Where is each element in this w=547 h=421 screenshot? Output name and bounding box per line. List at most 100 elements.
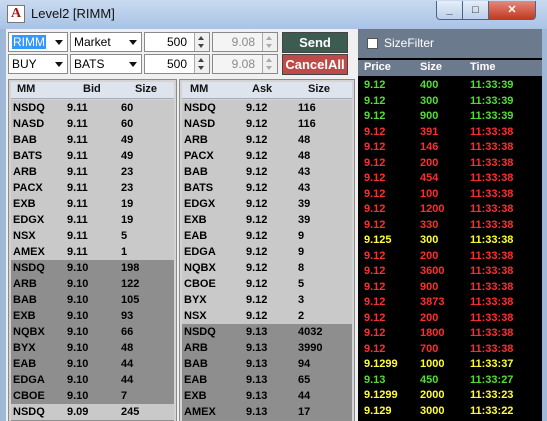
trade-price: 9.12 [364,110,386,122]
table-row[interactable]: PACX 9.12 48 [182,148,352,165]
quantity-value: 500 [166,57,187,71]
minimize-button[interactable]: _ [436,1,463,20]
table-row[interactable]: NSDQ 9.12 116 [182,100,352,117]
cell-mm: ARB [13,166,37,178]
table-row[interactable]: EAB 9.13 65 [182,372,352,389]
cell-mm: NQBX [13,326,45,338]
cell-size: 245 [121,406,140,418]
cell-size: 44 [121,358,134,370]
table-row[interactable]: NSX 9.12 2 [182,308,352,325]
quantity-stepper[interactable]: 500 [144,32,210,52]
price-stepper-2: 9.08 [212,54,278,74]
cancel-all-button[interactable]: CancelAll [282,54,348,75]
cell-size: 65 [298,374,311,386]
time-and-sales-panel: SizeFilter Price Size Time 9.12 400 11:33:… [358,29,542,421]
table-row[interactable]: NSDQ 9.11 60 [11,100,174,117]
table-row[interactable]: BAB 9.10 105 [11,292,174,309]
size-filter-label[interactable]: SizeFilter [384,36,434,50]
trade-size: 900 [420,110,439,122]
table-row[interactable]: AMEX 9.13 17 [182,404,352,421]
route-value: BATS [74,57,105,71]
table-row[interactable]: NSDQ 9.10 198 [11,260,174,277]
table-row[interactable]: PACX 9.11 23 [11,180,174,197]
table-row[interactable]: ARB 9.13 3990 [182,340,352,357]
table-row[interactable]: BAB 9.12 43 [182,164,352,181]
table-row[interactable]: EAB 9.12 9 [182,228,352,245]
cell-size: 23 [121,182,134,194]
table-row[interactable]: BYX 9.12 3 [182,292,352,309]
table-row[interactable]: EXB 9.11 19 [11,196,174,213]
size-filter-checkbox[interactable] [367,38,378,49]
trade-row: 9.12 300 11:33:39 [358,94,542,110]
table-row[interactable]: BATS 9.12 43 [182,180,352,197]
title-bar[interactable]: A Level2 [RIMM] _ □ ✕ [0,0,547,29]
table-row[interactable]: CBOE 9.12 5 [182,276,352,293]
spin-buttons[interactable] [194,55,209,73]
cell-mm: BYX [13,342,36,354]
side-dropdown[interactable]: BUY [8,54,68,74]
cell-price: 9.13 [246,390,268,402]
price-value: 9.08 [231,35,255,49]
col-header-size: Size [135,83,158,95]
table-row[interactable]: ARB 9.12 48 [182,132,352,149]
table-row[interactable]: EDGA 9.12 9 [182,244,352,261]
table-row[interactable]: NSX 9.11 5 [11,228,174,245]
table-row[interactable]: BAB 9.13 94 [182,356,352,373]
cell-price: 9.11 [67,182,88,194]
table-row[interactable]: EDGX 9.11 19 [11,212,174,229]
trade-size: 300 [420,234,439,246]
trade-row: 9.12 200 11:33:38 [358,249,542,265]
cell-price: 9.11 [67,198,88,210]
table-row[interactable]: NQBX 9.10 66 [11,324,174,341]
close-button[interactable]: ✕ [489,1,536,20]
table-row[interactable]: BATS 9.11 49 [11,148,174,165]
table-row[interactable]: BYX 9.10 48 [11,340,174,357]
table-row[interactable]: EXB 9.13 44 [182,388,352,405]
table-row[interactable]: EXB 9.10 93 [11,308,174,325]
order-type-dropdown[interactable]: Market [70,32,142,52]
col-header-mm: MM [17,83,36,95]
table-row[interactable]: EXB 9.12 39 [182,212,352,229]
cell-mm: EAB [184,374,208,386]
cell-mm: ARB [184,134,208,146]
table-row[interactable]: AMEX 9.11 1 [11,244,174,261]
table-row[interactable]: BAB 9.11 49 [11,132,174,149]
trade-row: 9.12 200 11:33:38 [358,156,542,172]
table-row[interactable]: NASD 9.12 116 [182,116,352,133]
trade-time: 11:33:38 [470,156,514,169]
table-row[interactable]: NSDQ 9.09 245 [11,404,174,421]
table-row[interactable]: ARB 9.11 23 [11,164,174,181]
trade-price: 9.12 [364,218,386,231]
cell-size: 23 [121,166,134,178]
route-dropdown[interactable]: BATS [70,54,142,74]
cell-size: 198 [121,262,140,274]
cell-mm: BATS [13,150,43,162]
spin-buttons[interactable] [194,33,209,51]
cell-price: 9.11 [67,102,88,114]
table-row[interactable]: NQBX 9.12 8 [182,260,352,277]
col-header-ask: Ask [252,83,273,95]
trade-price: 9.12 [364,327,386,339]
cell-size: 9 [298,230,305,242]
table-row[interactable]: EDGX 9.12 39 [182,196,352,213]
maximize-button[interactable]: □ [463,1,489,20]
table-row[interactable]: ARB 9.10 122 [11,276,174,293]
cell-size: 44 [298,390,311,402]
time-sales-header: Price Size Time [358,60,542,76]
trade-time: 11:33:38 [470,203,514,215]
quantity-stepper-2[interactable]: 500 [144,54,210,74]
trade-row: 9.12 900 11:33:39 [358,109,542,125]
table-row[interactable]: EAB 9.10 44 [11,356,174,373]
send-button[interactable]: Send [282,32,348,53]
table-row[interactable]: NSDQ 9.13 4032 [182,324,352,341]
cell-mm: CBOE [13,390,45,402]
symbol-dropdown[interactable]: RIMM [8,32,68,52]
cell-price: 9.12 [246,246,268,258]
cell-price: 9.10 [67,326,89,338]
table-row[interactable]: CBOE 9.10 7 [11,388,174,405]
table-row[interactable]: EDGA 9.10 44 [11,372,174,389]
table-row[interactable]: NASD 9.11 60 [11,116,174,133]
cell-size: 44 [121,374,134,386]
trade-row: 9.1299 1000 11:33:37 [358,357,542,373]
cell-size: 94 [298,358,311,370]
